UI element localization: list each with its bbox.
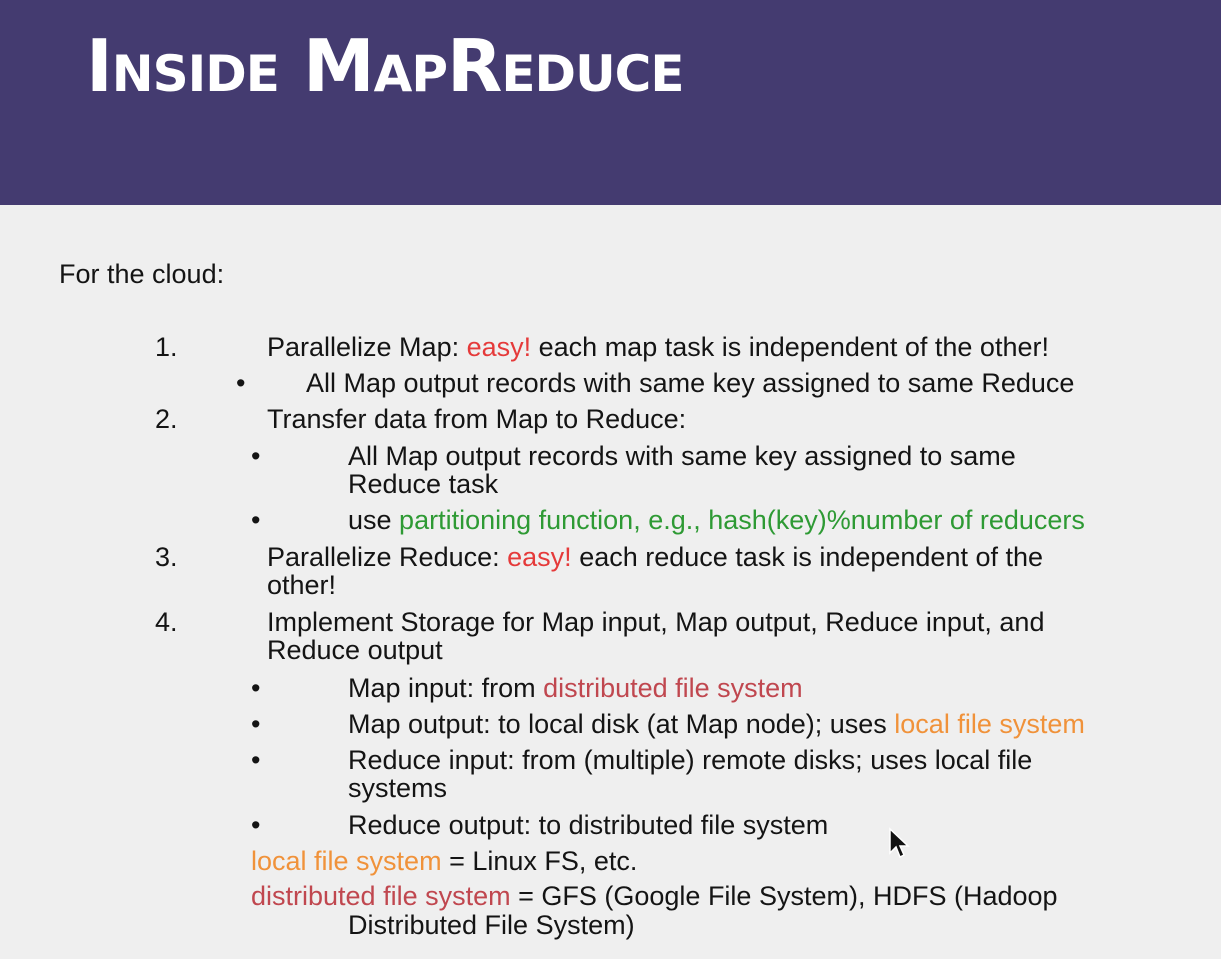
item-2-bullet-2: use partitioning function, e.g., hash(ke… xyxy=(348,505,1085,535)
item-4-bullet-2: Map output: to local disk (at Map node);… xyxy=(348,709,1085,739)
slide-title: Inside MapReduce xyxy=(86,24,685,108)
item-2-bullet-1-line-2: Reduce task xyxy=(348,469,499,499)
item-number-3: 3. xyxy=(155,542,178,572)
item-2-bullet-1-line-1: All Map output records with same key ass… xyxy=(348,441,1016,471)
bullet-marker: • xyxy=(251,810,261,840)
note-distributed-fs-line-2: Distributed File System) xyxy=(348,910,635,940)
item-3-line-2: other! xyxy=(267,570,337,600)
item-1-bullet-1: All Map output records with same key ass… xyxy=(306,368,1075,398)
bullet-marker: • xyxy=(251,505,261,535)
bullet-marker: • xyxy=(236,368,246,398)
emphasis-easy: easy! xyxy=(507,542,572,572)
item-2-text: Transfer data from Map to Reduce: xyxy=(267,404,687,434)
item-4-bullet-4: Reduce output: to distributed file syste… xyxy=(348,810,829,840)
item-4-bullet-3-line-2: systems xyxy=(348,773,448,803)
intro-text: For the cloud: xyxy=(59,259,225,289)
item-4-line-1: Implement Storage for Map input, Map out… xyxy=(267,607,1045,637)
emphasis-local-fs: local file system xyxy=(894,709,1085,739)
note-local-fs: local file system = Linux FS, etc. xyxy=(251,846,638,876)
bullet-marker: • xyxy=(251,441,261,471)
emphasis-easy: easy! xyxy=(466,332,532,362)
item-3-line-1: Parallelize Reduce: easy! each reduce ta… xyxy=(267,542,1044,572)
bullet-marker: • xyxy=(251,673,261,703)
emphasis-distributed-fs: distributed file system xyxy=(543,673,803,703)
item-4-bullet-3-line-1: Reduce input: from (multiple) remote dis… xyxy=(348,745,1033,775)
item-number-2: 2. xyxy=(155,404,178,434)
slide-header: Inside MapReduce xyxy=(0,0,1221,205)
item-4-bullet-1: Map input: from distributed file system xyxy=(348,673,803,703)
bullet-marker: • xyxy=(251,745,261,775)
note-distributed-fs-line-1: distributed file system = GFS (Google Fi… xyxy=(251,881,1058,911)
emphasis-local-fs: local file system xyxy=(251,846,442,876)
mouse-pointer-icon xyxy=(889,827,910,859)
emphasis-partitioning: partitioning function, e.g., hash(key)%n… xyxy=(399,505,1085,535)
item-number-4: 4. xyxy=(155,607,178,637)
item-number-1: 1. xyxy=(155,332,178,362)
emphasis-distributed-fs: distributed file system xyxy=(251,881,511,911)
item-4-line-2: Reduce output xyxy=(267,635,443,665)
bullet-marker: • xyxy=(251,709,261,739)
item-1-text: Parallelize Map: easy! each map task is … xyxy=(267,332,1049,362)
